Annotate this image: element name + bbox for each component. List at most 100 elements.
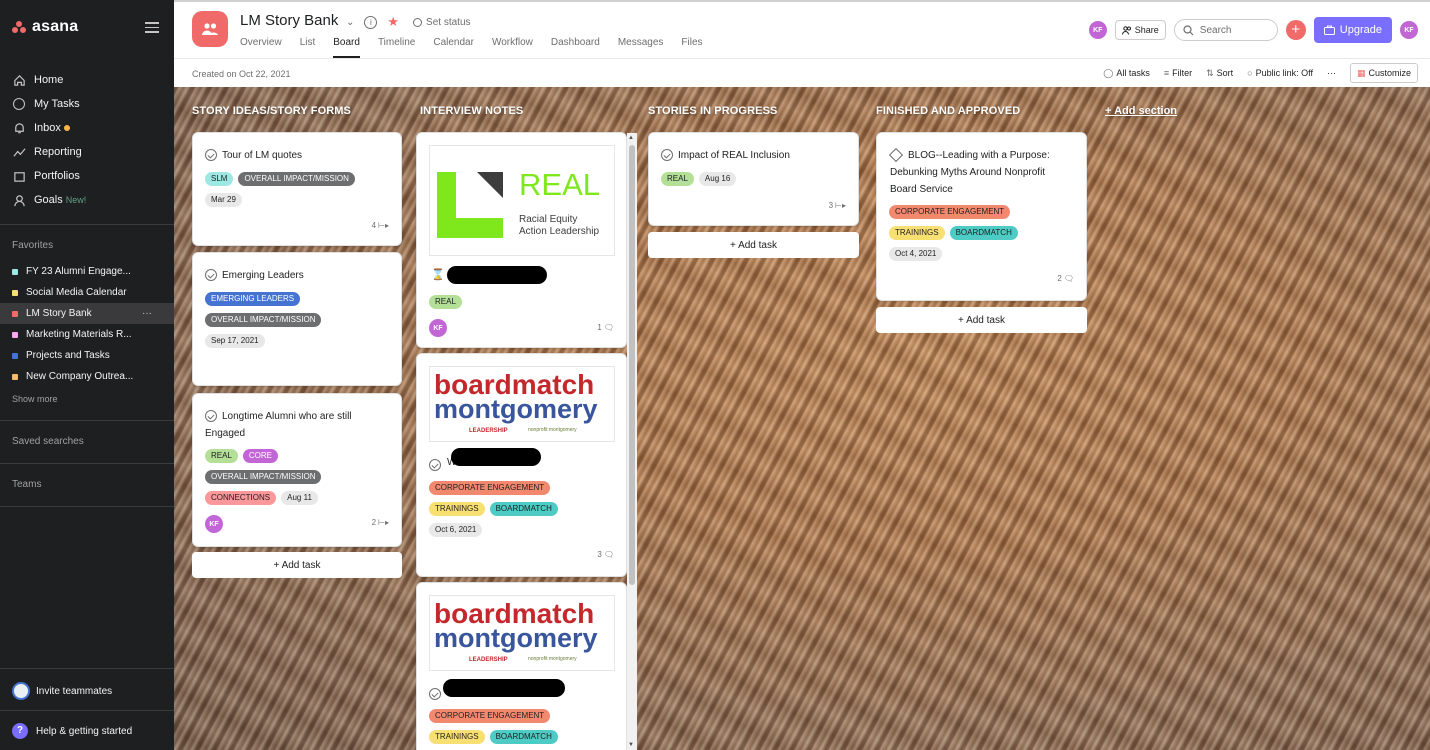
info-icon[interactable]: i bbox=[364, 15, 378, 29]
collapse-sidebar-icon[interactable] bbox=[145, 22, 159, 34]
favorite-new-company-outreach[interactable]: New Company Outrea... bbox=[0, 366, 174, 387]
due-date[interactable]: Oct 4, 2021 bbox=[889, 247, 943, 261]
due-date[interactable]: Aug 16 bbox=[698, 172, 737, 186]
complete-checkmark-icon[interactable] bbox=[205, 410, 217, 422]
tab-workflow[interactable]: Workflow bbox=[492, 37, 533, 58]
tag-boardmatch[interactable]: BOARDMATCH bbox=[949, 226, 1018, 240]
sidebar-item-home[interactable]: Home bbox=[0, 68, 174, 92]
column-title-stories-in-progress[interactable]: STORIES IN PROGRESS bbox=[648, 105, 777, 117]
column-scrollbar[interactable]: ▲ ▼ bbox=[627, 133, 637, 750]
tag-real[interactable]: REAL bbox=[661, 172, 694, 186]
tab-timeline[interactable]: Timeline bbox=[378, 37, 415, 58]
task-card[interactable]: Tour of LM quotes SLM OVERALL IMPACT/MIS… bbox=[192, 132, 402, 246]
sort-button[interactable]: ⇅ Sort bbox=[1206, 68, 1233, 79]
column-title-story-ideas[interactable]: STORY IDEAS/STORY FORMS bbox=[192, 105, 351, 117]
tag-trainings[interactable]: TRAININGS bbox=[429, 502, 485, 516]
tab-dashboard[interactable]: Dashboard bbox=[551, 37, 600, 58]
sidebar-item-portfolios[interactable]: Portfolios bbox=[0, 164, 174, 188]
task-card[interactable]: BLOG--Leading with a Purpose: Debunking M… bbox=[876, 132, 1087, 301]
tag-trainings[interactable]: TRAININGS bbox=[429, 730, 485, 744]
complete-checkmark-icon[interactable] bbox=[205, 149, 217, 161]
help-button[interactable]: ? Help & getting started bbox=[12, 723, 132, 739]
assignee-avatar[interactable]: KF bbox=[205, 515, 223, 533]
teams-label[interactable]: Teams bbox=[12, 479, 41, 490]
comment-icon[interactable]: 🗨 bbox=[1064, 274, 1074, 283]
tag-overall-impact[interactable]: OVERALL IMPACT/MISSION bbox=[205, 470, 322, 484]
tag-overall-impact[interactable]: OVERALL IMPACT/MISSION bbox=[205, 313, 322, 327]
complete-checkmark-icon[interactable] bbox=[661, 149, 673, 161]
scroll-down-arrow-icon[interactable]: ▼ bbox=[628, 742, 634, 748]
tag-overall-impact[interactable]: OVERALL IMPACT/MISSION bbox=[238, 172, 355, 186]
subtask-icon[interactable]: ⊢▸ bbox=[378, 518, 389, 527]
tab-board[interactable]: Board bbox=[333, 37, 360, 58]
due-date[interactable]: Mar 29 bbox=[205, 193, 242, 207]
task-card[interactable]: Emerging Leaders EMERGING LEADERS OVERAL… bbox=[192, 252, 402, 386]
tag-boardmatch[interactable]: BOARDMATCH bbox=[489, 730, 558, 744]
tag-corporate-engagement[interactable]: CORPORATE ENGAGEMENT bbox=[429, 481, 551, 495]
complete-checkmark-icon[interactable] bbox=[205, 269, 217, 281]
upgrade-button[interactable]: Upgrade bbox=[1313, 17, 1392, 43]
favorite-marketing-materials[interactable]: Marketing Materials R... bbox=[0, 324, 174, 345]
due-date[interactable]: Sep 17, 2021 bbox=[205, 334, 265, 348]
scrollbar-thumb[interactable] bbox=[629, 145, 635, 585]
task-card[interactable]: Longtime Alumni who are still Engaged REA… bbox=[192, 393, 402, 547]
tag-slm[interactable]: SLM bbox=[205, 172, 234, 186]
customize-button[interactable]: ▦ Customize bbox=[1349, 63, 1418, 83]
invite-teammates-button[interactable]: Invite teammates bbox=[12, 682, 112, 700]
project-icon[interactable] bbox=[192, 11, 228, 47]
add-task-button[interactable]: + Add task bbox=[192, 552, 402, 578]
set-status-button[interactable]: Set status bbox=[413, 17, 471, 28]
quick-add-button[interactable]: + bbox=[1285, 20, 1306, 40]
tag-corporate-engagement[interactable]: CORPORATE ENGAGEMENT bbox=[889, 205, 1011, 219]
tag-real[interactable]: REAL bbox=[429, 295, 462, 309]
add-task-button[interactable]: + Add task bbox=[876, 307, 1087, 333]
milestone-diamond-icon[interactable] bbox=[888, 147, 904, 163]
filter-button[interactable]: ≡ Filter bbox=[1164, 68, 1192, 78]
favorite-social-media-calendar[interactable]: Social Media Calendar bbox=[0, 282, 174, 303]
comment-icon[interactable]: 🗨 bbox=[604, 550, 614, 559]
chevron-down-icon[interactable]: ⌄ bbox=[346, 17, 354, 28]
task-card[interactable]: REAL Racial Equity Action Leadership ⌛ R… bbox=[416, 132, 627, 348]
all-tasks-filter[interactable]: ◯ All tasks bbox=[1103, 68, 1150, 79]
search-input[interactable]: Search bbox=[1173, 19, 1278, 41]
complete-checkmark-icon[interactable] bbox=[429, 459, 441, 471]
tag-corporate-engagement[interactable]: CORPORATE ENGAGEMENT bbox=[429, 709, 551, 723]
task-card[interactable]: boardmatch montgomery LEADERSHIP nonprof… bbox=[416, 353, 627, 577]
sidebar-item-inbox[interactable]: Inbox bbox=[0, 116, 174, 140]
task-card[interactable]: Impact of REAL Inclusion REAL Aug 16 3 ⊢▸ bbox=[648, 132, 859, 226]
complete-checkmark-icon[interactable] bbox=[429, 688, 441, 700]
tag-emerging-leaders[interactable]: EMERGING LEADERS bbox=[205, 292, 301, 306]
star-icon[interactable]: ★ bbox=[387, 14, 399, 30]
tab-overview[interactable]: Overview bbox=[240, 37, 282, 58]
project-title[interactable]: LM Story Bank bbox=[240, 12, 338, 29]
tab-list[interactable]: List bbox=[300, 37, 316, 58]
member-avatar[interactable]: KF bbox=[1088, 21, 1107, 39]
saved-searches-label[interactable]: Saved searches bbox=[12, 436, 84, 447]
tag-core[interactable]: CORE bbox=[242, 449, 279, 463]
column-title-finished-approved[interactable]: FINISHED AND APPROVED bbox=[876, 105, 1020, 117]
comment-icon[interactable]: 🗨 bbox=[604, 323, 614, 332]
tag-real[interactable]: REAL bbox=[205, 449, 238, 463]
share-button[interactable]: Share bbox=[1114, 20, 1166, 40]
scroll-up-arrow-icon[interactable]: ▲ bbox=[628, 135, 634, 141]
favorite-projects-and-tasks[interactable]: Projects and Tasks bbox=[0, 345, 174, 366]
favorite-fy23-alumni[interactable]: FY 23 Alumni Engage... bbox=[0, 261, 174, 282]
add-section-button[interactable]: + Add section bbox=[1105, 105, 1177, 117]
task-card[interactable]: boardmatch montgomery LEADERSHIP nonprof… bbox=[416, 582, 627, 750]
tag-connections[interactable]: CONNECTIONS bbox=[205, 491, 277, 505]
tab-calendar[interactable]: Calendar bbox=[433, 37, 474, 58]
asana-logo[interactable]: asana bbox=[12, 18, 78, 36]
due-date[interactable]: Oct 6, 2021 bbox=[429, 523, 483, 537]
more-options-icon[interactable]: ··· bbox=[142, 308, 152, 319]
assignee-avatar[interactable]: KF bbox=[429, 319, 447, 337]
column-title-interview-notes[interactable]: INTERVIEW NOTES bbox=[420, 105, 523, 117]
sidebar-item-my-tasks[interactable]: My Tasks bbox=[0, 92, 174, 116]
subtask-icon[interactable]: ⊢▸ bbox=[378, 221, 389, 230]
tag-trainings[interactable]: TRAININGS bbox=[889, 226, 945, 240]
subtask-icon[interactable]: ⊢▸ bbox=[835, 201, 846, 210]
tab-messages[interactable]: Messages bbox=[618, 37, 664, 58]
add-task-button[interactable]: + Add task bbox=[648, 232, 859, 258]
more-actions-icon[interactable]: ··· bbox=[1327, 68, 1336, 78]
sidebar-item-reporting[interactable]: Reporting bbox=[0, 140, 174, 164]
public-link-button[interactable]: ○ Public link: Off bbox=[1247, 68, 1313, 78]
